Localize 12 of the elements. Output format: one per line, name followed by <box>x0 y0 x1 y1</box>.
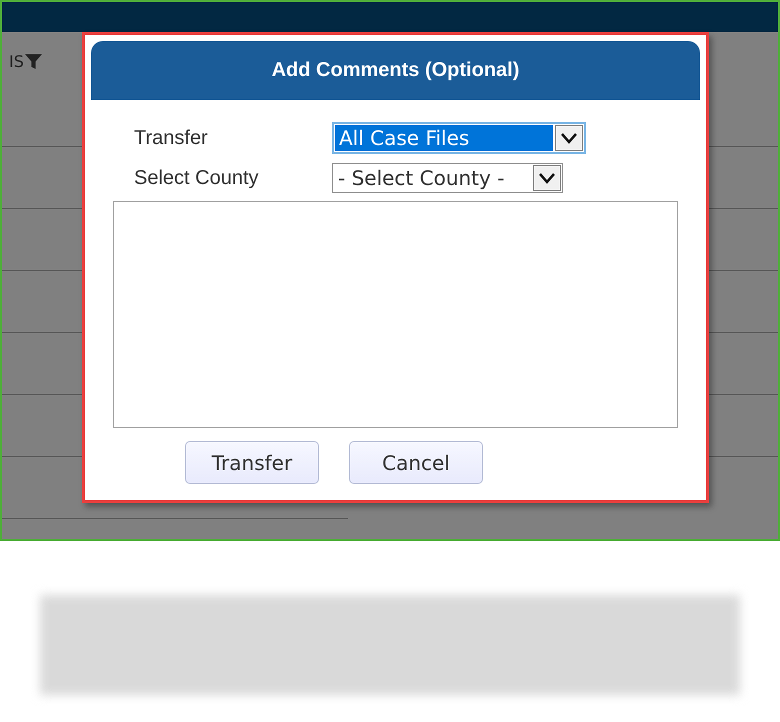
dialog-title: Add Comments (Optional) <box>91 41 700 100</box>
transfer-button[interactable]: Transfer <box>185 441 319 484</box>
comment-field[interactable] <box>113 201 678 428</box>
column-header: IS <box>9 52 24 72</box>
dropdown[interactable]: - Select County - <box>332 163 563 193</box>
field-label: Select County <box>134 166 259 190</box>
caret-icon <box>555 125 583 151</box>
cancel-button[interactable]: Cancel <box>349 441 483 484</box>
filter-icon[interactable] <box>24 54 42 69</box>
field-label: Transfer <box>134 126 208 150</box>
caret-icon <box>533 165 561 191</box>
dropdown[interactable]: All Case Files <box>332 122 586 154</box>
